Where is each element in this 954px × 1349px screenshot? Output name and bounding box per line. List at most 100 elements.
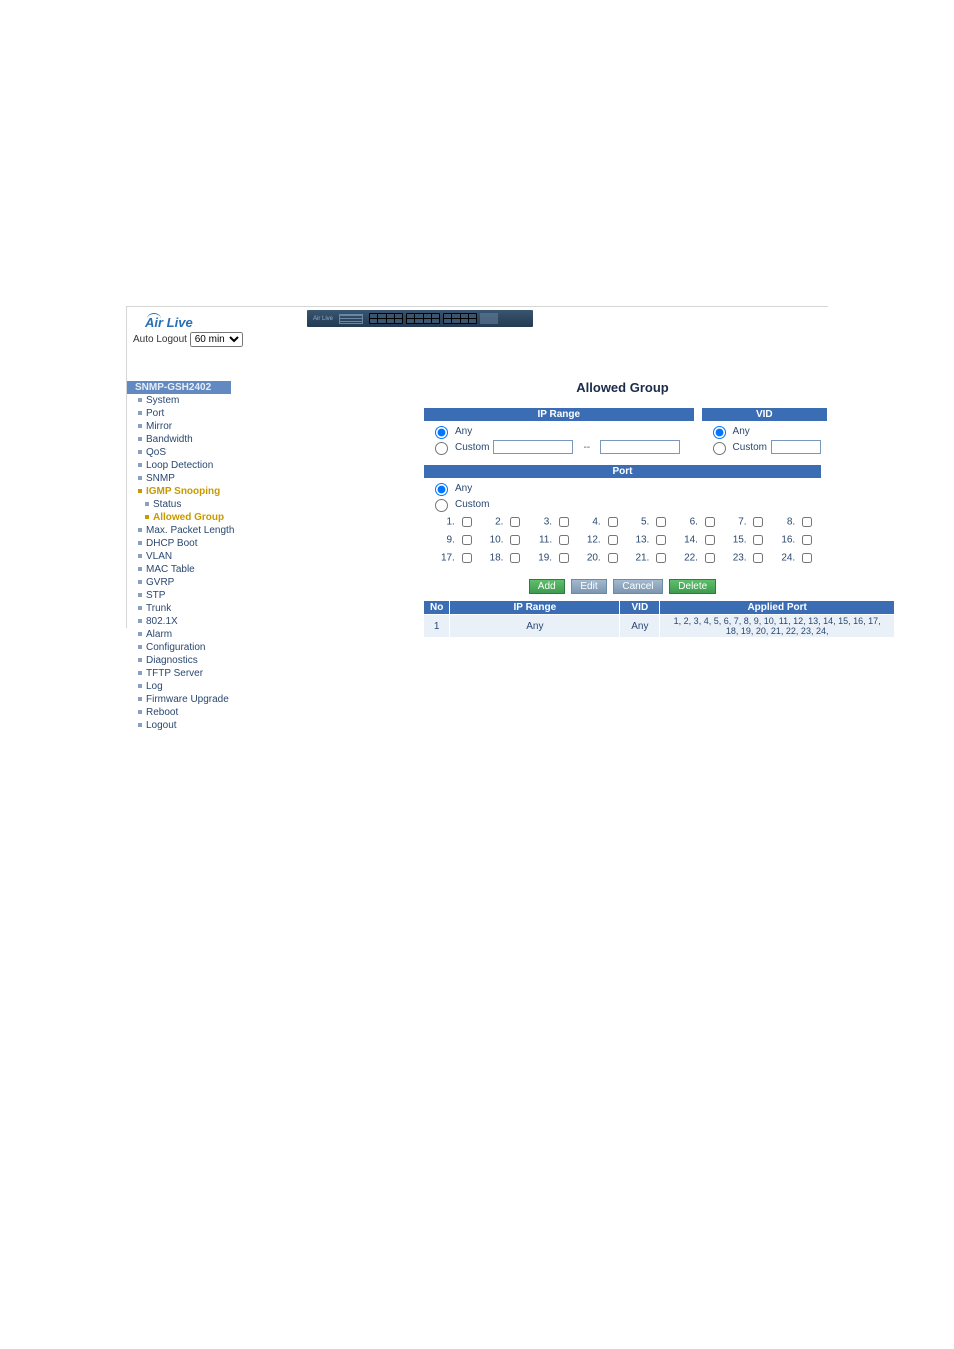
nav-item-bandwidth[interactable]: Bandwidth <box>127 433 231 446</box>
nav-menu: SNMP-GSH2402 SystemPortMirrorBandwidthQo… <box>127 381 231 732</box>
vid-custom-radio[interactable] <box>713 442 726 455</box>
port-7: 7. <box>722 514 767 530</box>
ip-sep: -- <box>583 442 590 453</box>
auto-logout-select[interactable]: 60 min <box>190 332 243 347</box>
auto-logout-label: Auto Logout <box>133 334 187 345</box>
port-8: 8. <box>770 514 815 530</box>
port-9-checkbox[interactable] <box>462 535 472 545</box>
group-table: No IP Range VID Applied Port 1AnyAny1, 2… <box>423 600 895 638</box>
vid-any-label: Any <box>733 426 750 437</box>
nav-item-port[interactable]: Port <box>127 407 231 420</box>
port-4: 4. <box>576 514 621 530</box>
port-18-checkbox[interactable] <box>510 553 520 563</box>
port-12: 12. <box>576 532 621 548</box>
nav-item-vlan[interactable]: VLAN <box>127 550 231 563</box>
port-1-checkbox[interactable] <box>462 517 472 527</box>
port-header: Port <box>424 465 821 478</box>
port-8-checkbox[interactable] <box>802 517 812 527</box>
device-image: Air Live <box>307 310 533 327</box>
port-14-checkbox[interactable] <box>705 535 715 545</box>
port-2: 2. <box>479 514 524 530</box>
port-9: 9. <box>430 532 475 548</box>
table-row[interactable]: 1AnyAny1, 2, 3, 4, 5, 6, 7, 8, 9, 10, 11… <box>424 615 895 638</box>
port-11-checkbox[interactable] <box>559 535 569 545</box>
port-6-checkbox[interactable] <box>705 517 715 527</box>
cell-no: 1 <box>424 615 450 638</box>
nav-item-802-1x[interactable]: 802.1X <box>127 615 231 628</box>
port-22-checkbox[interactable] <box>705 553 715 563</box>
add-button[interactable]: Add <box>529 579 565 594</box>
port-17-checkbox[interactable] <box>462 553 472 563</box>
port-5: 5. <box>625 514 670 530</box>
port-24: 24. <box>770 550 815 566</box>
port-16: 16. <box>770 532 815 548</box>
nav-item-logout[interactable]: Logout <box>127 719 231 732</box>
vid-any-radio[interactable] <box>713 426 726 439</box>
nav-item-gvrp[interactable]: GVRP <box>127 576 231 589</box>
nav-item-mirror[interactable]: Mirror <box>127 420 231 433</box>
port-17: 17. <box>430 550 475 566</box>
port-23-checkbox[interactable] <box>753 553 763 563</box>
port-22: 22. <box>673 550 718 566</box>
port-2-checkbox[interactable] <box>510 517 520 527</box>
ip-any-label: Any <box>455 426 472 437</box>
port-14: 14. <box>673 532 718 548</box>
port-20-checkbox[interactable] <box>608 553 618 563</box>
cell-vid: Any <box>620 615 660 638</box>
port-3-checkbox[interactable] <box>559 517 569 527</box>
nav-item-reboot[interactable]: Reboot <box>127 706 231 719</box>
th-vid: VID <box>620 601 660 615</box>
port-24-checkbox[interactable] <box>802 553 812 563</box>
device-model-header: SNMP-GSH2402 <box>127 381 231 394</box>
delete-button[interactable]: Delete <box>669 579 716 594</box>
nav-item-system[interactable]: System <box>127 394 231 407</box>
cancel-button[interactable]: Cancel <box>613 579 662 594</box>
nav-item-firmware-upgrade[interactable]: Firmware Upgrade <box>127 693 231 706</box>
edit-button[interactable]: Edit <box>571 579 606 594</box>
th-iprange: IP Range <box>450 601 620 615</box>
port-15: 15. <box>722 532 767 548</box>
ip-custom-radio[interactable] <box>435 442 448 455</box>
port-19-checkbox[interactable] <box>559 553 569 563</box>
port-6: 6. <box>673 514 718 530</box>
port-11: 11. <box>527 532 572 548</box>
port-any-radio[interactable] <box>435 483 448 496</box>
ip-from-input[interactable] <box>493 440 573 454</box>
nav-item-dhcp-boot[interactable]: DHCP Boot <box>127 537 231 550</box>
nav-item-allowed-group[interactable]: Allowed Group <box>127 511 231 524</box>
ip-any-radio[interactable] <box>435 426 448 439</box>
nav-item-tftp-server[interactable]: TFTP Server <box>127 667 231 680</box>
port-4-checkbox[interactable] <box>608 517 618 527</box>
port-10-checkbox[interactable] <box>510 535 520 545</box>
port-5-checkbox[interactable] <box>656 517 666 527</box>
port-7-checkbox[interactable] <box>753 517 763 527</box>
nav-item-qos[interactable]: QoS <box>127 446 231 459</box>
nav-item-diagnostics[interactable]: Diagnostics <box>127 654 231 667</box>
nav-item-mac-table[interactable]: MAC Table <box>127 563 231 576</box>
vid-header: VID <box>702 408 827 421</box>
port-21-checkbox[interactable] <box>656 553 666 563</box>
port-3: 3. <box>527 514 572 530</box>
port-custom-radio[interactable] <box>435 499 448 512</box>
button-row: Add Edit Cancel Delete <box>417 579 828 594</box>
port-12-checkbox[interactable] <box>608 535 618 545</box>
nav-item-snmp[interactable]: SNMP <box>127 472 231 485</box>
vid-panel: VID Any Custom <box>701 407 828 458</box>
nav-item-loop-detection[interactable]: Loop Detection <box>127 459 231 472</box>
nav-item-igmp-snooping[interactable]: IGMP Snooping <box>127 485 231 498</box>
port-16-checkbox[interactable] <box>802 535 812 545</box>
nav-item-max-packet-length[interactable]: Max. Packet Length <box>127 524 231 537</box>
nav-item-log[interactable]: Log <box>127 680 231 693</box>
nav-item-status[interactable]: Status <box>127 498 231 511</box>
port-15-checkbox[interactable] <box>753 535 763 545</box>
nav-item-stp[interactable]: STP <box>127 589 231 602</box>
vid-custom-label: Custom <box>733 442 767 453</box>
port-13-checkbox[interactable] <box>656 535 666 545</box>
ip-to-input[interactable] <box>600 440 680 454</box>
main: Air Live Allowed Group IP Range <box>307 310 828 327</box>
nav-item-configuration[interactable]: Configuration <box>127 641 231 654</box>
nav-item-alarm[interactable]: Alarm <box>127 628 231 641</box>
page-title: Allowed Group <box>417 380 828 395</box>
vid-custom-input[interactable] <box>771 440 821 454</box>
nav-item-trunk[interactable]: Trunk <box>127 602 231 615</box>
